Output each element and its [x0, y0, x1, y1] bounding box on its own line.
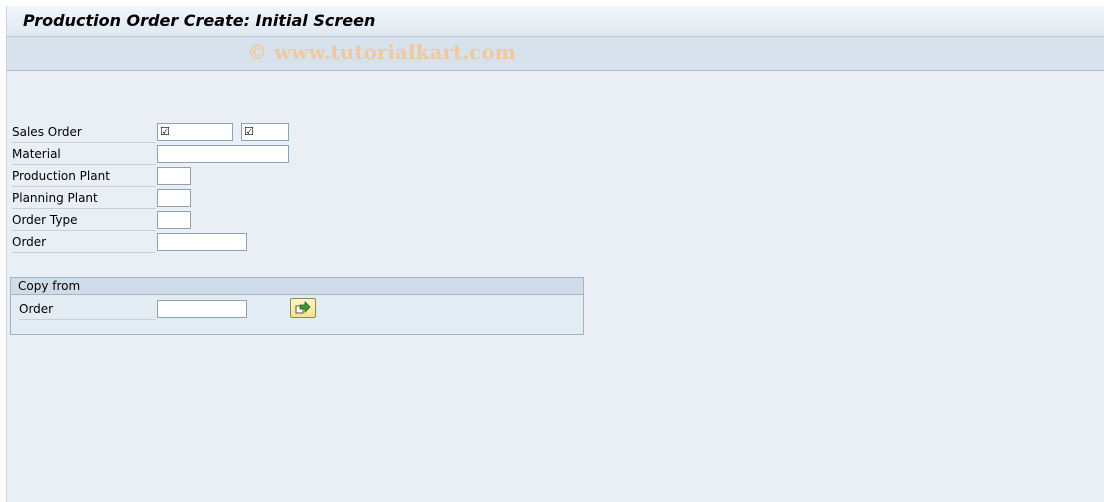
copy-from-order-label: Order	[19, 299, 156, 320]
order-type-label: Order Type	[12, 210, 156, 231]
copy-from-execute-button[interactable]	[290, 298, 316, 318]
required-checkbox-icon: ☑	[244, 125, 254, 138]
order-label: Order	[12, 232, 156, 253]
copy-from-group: Copy from Order	[10, 277, 584, 335]
material-input[interactable]	[157, 145, 289, 163]
required-checkbox-icon: ☑	[160, 125, 170, 138]
production-plant-label: Production Plant	[12, 166, 156, 187]
watermark: © www.tutorialkart.com	[247, 40, 516, 64]
sap-screen: Production Order Create: Initial Screen …	[6, 6, 1104, 502]
copy-from-order-input[interactable]	[157, 300, 247, 318]
production-plant-input[interactable]	[157, 167, 191, 185]
execute-arrow-icon	[295, 301, 311, 314]
sales-order-item-input[interactable]: ☑	[241, 123, 289, 141]
title-bar: Production Order Create: Initial Screen	[7, 6, 1104, 37]
sales-order-label: Sales Order	[12, 122, 156, 143]
application-toolbar: © www.tutorialkart.com	[7, 37, 1104, 71]
copy-from-title: Copy from	[18, 279, 81, 293]
copy-from-header: Copy from	[11, 278, 583, 295]
page-title: Production Order Create: Initial Screen	[23, 11, 376, 30]
order-type-input[interactable]	[157, 211, 191, 229]
planning-plant-input[interactable]	[157, 189, 191, 207]
material-label: Material	[12, 144, 156, 165]
planning-plant-label: Planning Plant	[12, 188, 156, 209]
order-input[interactable]	[157, 233, 247, 251]
sales-order-input[interactable]: ☑	[157, 123, 233, 141]
